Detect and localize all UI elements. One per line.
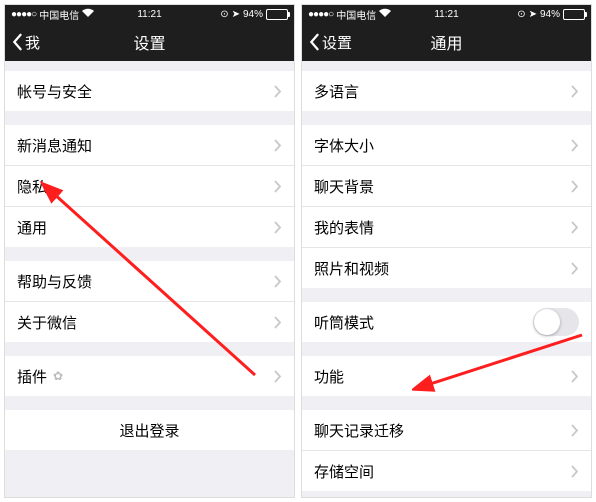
back-button[interactable]: 我 <box>5 32 40 53</box>
chevron-right-icon <box>571 370 579 383</box>
cell-label: 字体大小 <box>314 135 374 156</box>
wifi-icon <box>82 8 94 20</box>
chevron-left-icon <box>11 33 23 51</box>
cell-chat-background[interactable]: 聊天背景 <box>302 166 591 207</box>
chevron-right-icon <box>571 424 579 437</box>
page-title: 设置 <box>133 30 165 54</box>
cell-label: 我的表情 <box>314 217 374 238</box>
cell-general[interactable]: 通用 <box>5 207 294 247</box>
cell-label: 通用 <box>17 217 47 238</box>
cell-chat-history-migration[interactable]: 聊天记录迁移 <box>302 410 591 451</box>
wifi-icon <box>379 8 391 20</box>
status-bar: ●●●●○ 中国电信 11:21 ⊙ ➤ 94% <box>5 5 294 23</box>
clock-label: 11:21 <box>434 9 458 20</box>
chevron-right-icon <box>274 221 282 234</box>
alarm-icon: ⊙ <box>220 9 228 20</box>
back-label: 我 <box>25 32 40 53</box>
cell-plugins[interactable]: 插件 ✿ <box>5 356 294 396</box>
chevron-right-icon <box>571 180 579 193</box>
chevron-right-icon <box>571 85 579 98</box>
cell-label: 新消息通知 <box>17 135 92 156</box>
cell-privacy[interactable]: 隐私 <box>5 166 294 207</box>
back-button[interactable]: 设置 <box>302 32 352 53</box>
battery-pct-label: 94% <box>540 9 560 20</box>
battery-pct-label: 94% <box>243 9 263 20</box>
back-label: 设置 <box>322 32 352 53</box>
cell-storage[interactable]: 存储空间 <box>302 451 591 491</box>
nav-bar: 我 设置 <box>5 23 294 61</box>
chevron-right-icon <box>274 275 282 288</box>
cell-label: 帮助与反馈 <box>17 271 92 292</box>
signal-dots-icon: ●●●●○ <box>308 9 333 20</box>
cell-label: 关于微信 <box>17 312 77 333</box>
cell-label: 聊天背景 <box>314 176 374 197</box>
cell-label: 隐私 <box>17 176 47 197</box>
plugin-icon: ✿ <box>53 369 63 383</box>
cell-photos-videos[interactable]: 照片和视频 <box>302 248 591 288</box>
general-screen: ●●●●○ 中国电信 11:21 ⊙ ➤ 94% 设置 通用 <box>301 4 592 498</box>
chevron-right-icon <box>571 465 579 478</box>
cell-label: 插件 <box>17 366 47 387</box>
location-icon: ➤ <box>529 9 537 20</box>
carrier-label: 中国电信 <box>39 7 79 22</box>
logout-button[interactable]: 退出登录 <box>5 410 294 450</box>
chevron-right-icon <box>571 262 579 275</box>
chevron-right-icon <box>571 139 579 152</box>
settings-screen: ●●●●○ 中国电信 11:21 ⊙ ➤ 94% 我 设置 <box>4 4 295 498</box>
location-icon: ➤ <box>232 9 240 20</box>
cell-font-size[interactable]: 字体大小 <box>302 125 591 166</box>
cell-label: 听筒模式 <box>314 312 374 333</box>
battery-icon <box>563 9 585 20</box>
cell-label: 照片和视频 <box>314 258 389 279</box>
chevron-right-icon <box>274 316 282 329</box>
carrier-label: 中国电信 <box>336 7 376 22</box>
battery-icon <box>266 9 288 20</box>
earpiece-toggle[interactable] <box>533 308 579 336</box>
cell-label: 功能 <box>314 366 344 387</box>
cell-language[interactable]: 多语言 <box>302 71 591 111</box>
status-bar: ●●●●○ 中国电信 11:21 ⊙ ➤ 94% <box>302 5 591 23</box>
chevron-right-icon <box>274 370 282 383</box>
chevron-right-icon <box>274 85 282 98</box>
cell-my-stickers[interactable]: 我的表情 <box>302 207 591 248</box>
cell-label: 聊天记录迁移 <box>314 420 404 441</box>
chevron-right-icon <box>274 139 282 152</box>
cell-help-feedback[interactable]: 帮助与反馈 <box>5 261 294 302</box>
chevron-right-icon <box>571 221 579 234</box>
cell-account-security[interactable]: 帐号与安全 <box>5 71 294 111</box>
signal-dots-icon: ●●●●○ <box>11 9 36 20</box>
cell-about-wechat[interactable]: 关于微信 <box>5 302 294 342</box>
page-title: 通用 <box>430 30 462 54</box>
cell-notifications[interactable]: 新消息通知 <box>5 125 294 166</box>
nav-bar: 设置 通用 <box>302 23 591 61</box>
cell-label: 帐号与安全 <box>17 81 92 102</box>
logout-label: 退出登录 <box>119 420 179 441</box>
chevron-right-icon <box>274 180 282 193</box>
cell-earpiece-mode[interactable]: 听筒模式 <box>302 302 591 342</box>
chevron-left-icon <box>308 33 320 51</box>
alarm-icon: ⊙ <box>517 9 525 20</box>
cell-features[interactable]: 功能 <box>302 356 591 396</box>
cell-label: 存储空间 <box>314 461 374 482</box>
cell-label: 多语言 <box>314 81 359 102</box>
clock-label: 11:21 <box>137 9 161 20</box>
